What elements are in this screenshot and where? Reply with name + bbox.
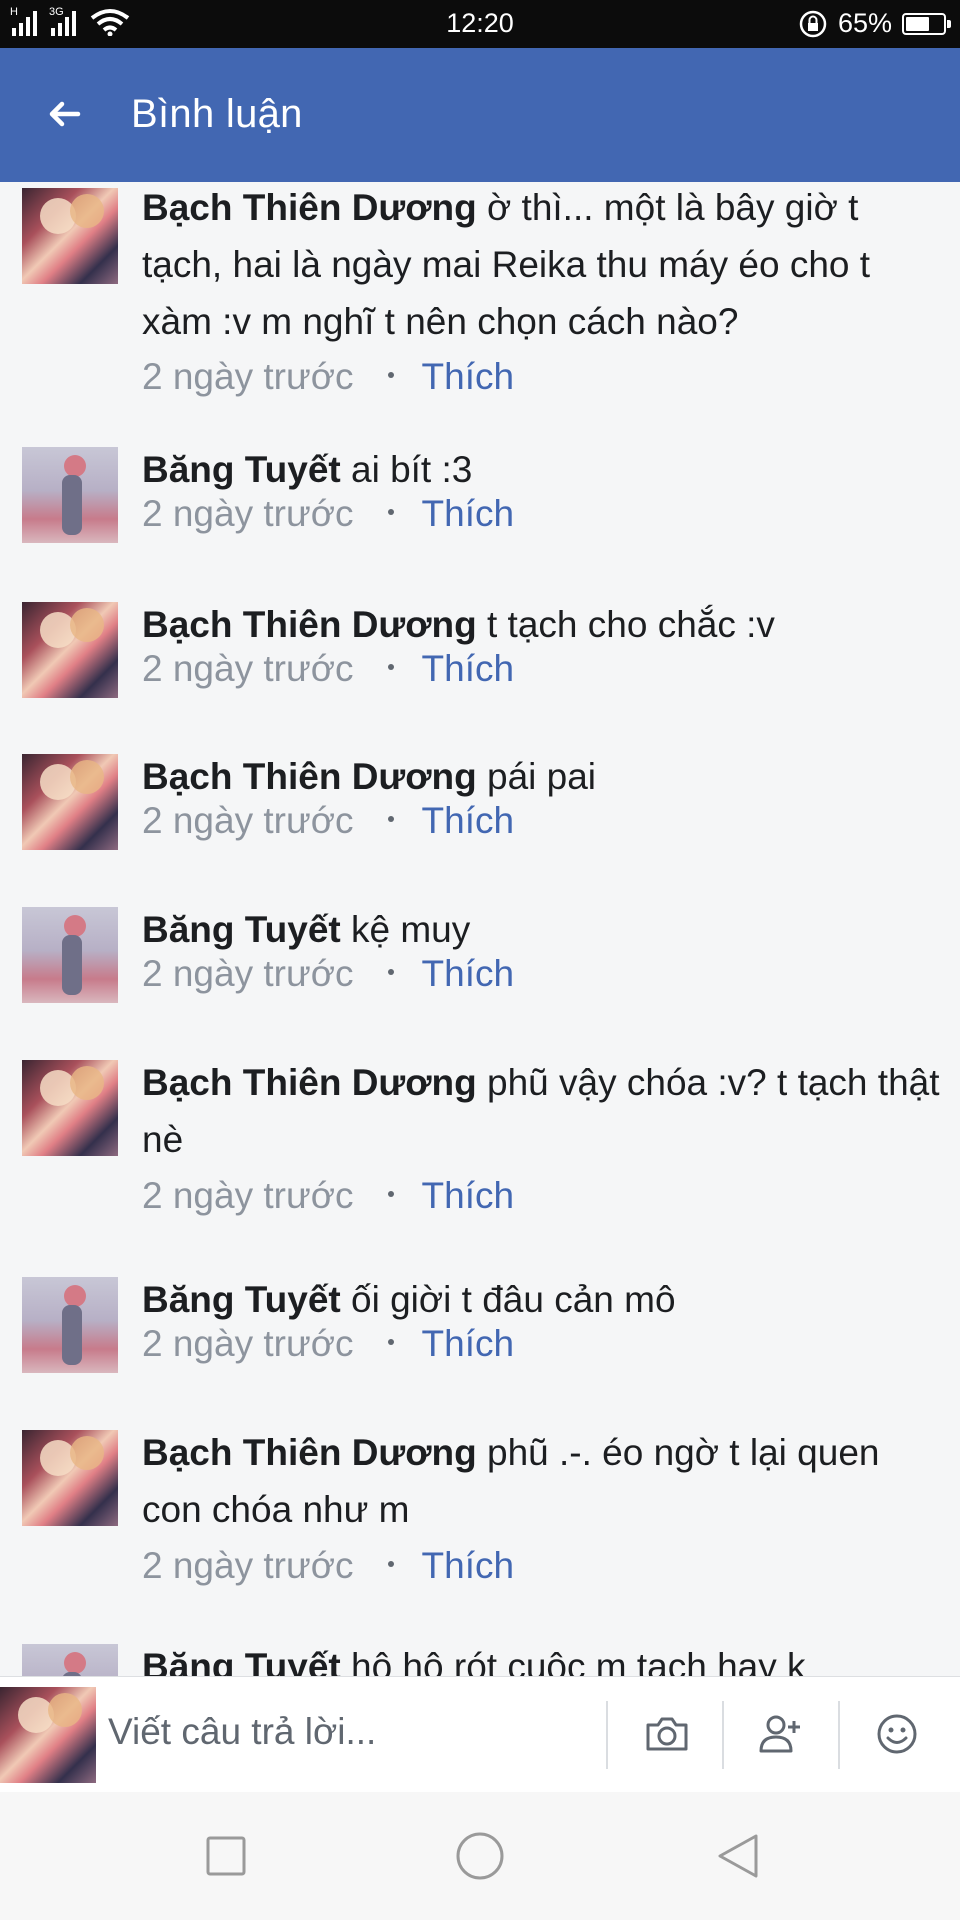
page-title: Bình luận <box>131 92 303 136</box>
comment-body: Bạch Thiên Dương ờ thì... một là bây giờ… <box>142 182 942 350</box>
separator-dot <box>387 1339 394 1346</box>
comment-text: ối giời t đâu cản mô <box>351 1279 676 1320</box>
avatar[interactable] <box>22 188 118 284</box>
avatar <box>0 1687 96 1783</box>
comment-author[interactable]: Băng Tuyết <box>142 1279 341 1320</box>
comment-author[interactable]: Bạch Thiên Dương <box>142 1062 477 1103</box>
separator-dot <box>387 372 394 379</box>
comment-author[interactable]: Băng Tuyết <box>142 449 341 490</box>
comment-meta: 2 ngày trước Thích <box>142 953 514 995</box>
arrow-left-icon[interactable] <box>44 94 84 134</box>
comment-body: Bạch Thiên Dương phũ vậy chóa :v? t tạch… <box>142 1054 942 1168</box>
reply-input[interactable] <box>106 1701 600 1763</box>
comment-author[interactable]: Bạch Thiên Dương <box>142 187 477 228</box>
add-friend-icon[interactable] <box>756 1709 806 1759</box>
comment-text: pái pai <box>487 756 597 797</box>
divider <box>606 1701 608 1769</box>
comment-author[interactable]: Bạch Thiên Dương <box>142 1432 477 1473</box>
comment-author[interactable]: Băng Tuyết <box>142 909 341 950</box>
separator-dot <box>387 664 394 671</box>
avatar[interactable] <box>22 907 118 1003</box>
system-nav-bar <box>0 1792 960 1920</box>
separator-dot <box>387 1561 394 1568</box>
comment-meta: 2 ngày trước Thích <box>142 1323 514 1365</box>
avatar[interactable] <box>22 1277 118 1373</box>
emoji-icon[interactable] <box>872 1709 922 1759</box>
comment-text: t tạch cho chắc :v <box>487 604 775 645</box>
like-button[interactable]: Thích <box>422 1323 515 1364</box>
comment-body: Băng Tuyết hô hô rót cuộc m tạch hay k <box>142 1638 942 1676</box>
comment-author[interactable]: Băng Tuyết <box>142 1646 341 1676</box>
comment-author[interactable]: Bạch Thiên Dương <box>142 756 477 797</box>
back-icon[interactable] <box>712 1830 764 1882</box>
comment-author[interactable]: Bạch Thiên Dương <box>142 604 477 645</box>
comment-time: 2 ngày trước <box>142 493 354 534</box>
separator-dot <box>387 816 394 823</box>
comment-meta: 2 ngày trước Thích <box>142 648 514 690</box>
comment-meta: 2 ngày trước Thích <box>142 493 514 535</box>
comment-body: Băng Tuyết ai bít :3 <box>142 441 942 498</box>
like-button[interactable]: Thích <box>422 356 515 397</box>
reply-bar <box>0 1676 960 1793</box>
battery-icon <box>902 12 951 35</box>
like-button[interactable]: Thích <box>422 648 515 689</box>
comment-time: 2 ngày trước <box>142 1175 354 1216</box>
avatar[interactable] <box>22 1060 118 1156</box>
separator-dot <box>387 509 394 516</box>
separator-dot <box>387 1191 394 1198</box>
divider <box>838 1701 840 1769</box>
comment-meta: 2 ngày trước Thích <box>142 1545 514 1587</box>
like-button[interactable]: Thích <box>422 1545 515 1586</box>
status-bar: H 3G 12:20 65% <box>0 0 960 48</box>
divider <box>722 1701 724 1769</box>
status-right: 65% <box>798 8 951 39</box>
recent-apps-icon[interactable] <box>200 1830 252 1882</box>
comment-meta: 2 ngày trước Thích <box>142 356 514 398</box>
comment-time: 2 ngày trước <box>142 800 354 841</box>
battery-percent: 65% <box>837 8 892 38</box>
battery-level-fill <box>906 16 929 31</box>
like-button[interactable]: Thích <box>422 953 515 994</box>
home-icon[interactable] <box>454 1830 506 1882</box>
comment-time: 2 ngày trước <box>142 953 354 994</box>
comment-body: Bạch Thiên Dương t tạch cho chắc :v <box>142 596 942 653</box>
comment-time: 2 ngày trước <box>142 1545 354 1586</box>
avatar[interactable] <box>22 447 118 543</box>
comment-list: Bạch Thiên Dương ờ thì... một là bây giờ… <box>0 182 960 1676</box>
comment-meta: 2 ngày trước Thích <box>142 1175 514 1217</box>
comment-meta: 2 ngày trước Thích <box>142 800 514 842</box>
avatar[interactable] <box>22 754 118 850</box>
comment-body: Băng Tuyết kệ muy <box>142 901 942 958</box>
comment-body: Băng Tuyết ối giời t đâu cản mô <box>142 1271 942 1328</box>
like-button[interactable]: Thích <box>422 800 515 841</box>
comment-body: Bạch Thiên Dương phũ .-. éo ngờ t lại qu… <box>142 1424 942 1538</box>
avatar[interactable] <box>22 1644 118 1676</box>
comment-time: 2 ngày trước <box>142 1323 354 1364</box>
comment-text: kệ muy <box>351 909 471 950</box>
separator-dot <box>387 969 394 976</box>
app-bar: Bình luận <box>0 48 960 182</box>
like-button[interactable]: Thích <box>422 493 515 534</box>
camera-icon[interactable] <box>642 1709 692 1759</box>
like-button[interactable]: Thích <box>422 1175 515 1216</box>
avatar[interactable] <box>22 1430 118 1526</box>
avatar[interactable] <box>22 602 118 698</box>
comment-text: hô hô rót cuộc m tạch hay k <box>351 1646 806 1676</box>
comment-time: 2 ngày trước <box>142 648 354 689</box>
rotation-lock-icon <box>799 10 827 37</box>
comment-time: 2 ngày trước <box>142 356 354 397</box>
comment-body: Bạch Thiên Dương pái pai <box>142 748 942 805</box>
comment-text: ai bít :3 <box>351 449 473 490</box>
